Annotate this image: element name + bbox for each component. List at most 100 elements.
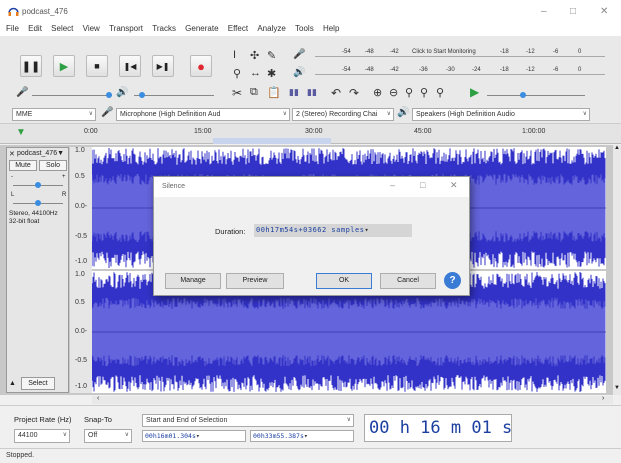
duration-time-field[interactable]: 00h17m54s+03662 samples▾ [254, 224, 412, 237]
playback-device-select[interactable]: Speakers (High Definition Audio ∨ [412, 108, 590, 121]
mic-volume-thumb[interactable] [106, 92, 112, 98]
menu-analyze[interactable]: Analyze [257, 22, 285, 36]
manage-button[interactable]: Manage [165, 273, 221, 289]
record-meter-track[interactable] [315, 56, 605, 57]
chevron-down-icon: ∨ [282, 111, 287, 117]
redo-icon[interactable]: ↷ [349, 86, 359, 100]
tick-label: 30:00 [305, 128, 323, 135]
menu-tools[interactable]: Tools [295, 22, 314, 36]
mute-button[interactable]: Mute [9, 160, 37, 171]
fit-project-icon[interactable]: ⚲ [420, 86, 428, 99]
copy-icon[interactable]: ⧉ [250, 86, 258, 99]
preview-button[interactable]: Preview [226, 273, 284, 289]
mic-volume-slider[interactable] [32, 95, 112, 96]
scroll-right-icon[interactable]: › [602, 395, 604, 402]
gain-thumb[interactable] [35, 182, 41, 188]
dialog-close-button[interactable]: ✕ [450, 180, 458, 191]
click-to-start-monitoring[interactable]: Click to Start Monitoring [412, 49, 476, 55]
ok-button[interactable]: OK [316, 273, 372, 289]
timeline-options-icon[interactable]: ▼ [16, 127, 26, 138]
maximize-button[interactable]: □ [570, 6, 576, 17]
timeline-ruler[interactable]: ▼ 0:00 15:00 30:00 45:00 1:00:00 [0, 124, 621, 144]
select-track-button[interactable]: Select [21, 377, 55, 390]
menu-generate[interactable]: Generate [185, 22, 218, 36]
play-scale-12: -12 [526, 67, 535, 73]
play-at-speed-icon[interactable]: ▶ [470, 85, 479, 99]
scroll-up-icon[interactable]: ▲ [614, 145, 620, 151]
fit-selection-icon[interactable]: ⚲ [405, 86, 413, 99]
close-track-icon[interactable]: ✕ [9, 150, 15, 158]
pan-thumb[interactable] [35, 200, 41, 206]
zoom-tool-icon[interactable]: ⚲ [233, 67, 241, 80]
dialog-minimize-button[interactable]: – [390, 180, 395, 190]
menu-edit[interactable]: Edit [28, 22, 42, 36]
play-meter-track[interactable] [315, 74, 605, 75]
menu-bar: File Edit Select View Transport Tracks G… [0, 22, 621, 36]
menu-view[interactable]: View [83, 22, 100, 36]
menu-help[interactable]: Help [323, 22, 339, 36]
stop-button[interactable]: ■ [86, 55, 108, 77]
chevron-down-icon: ∨ [386, 111, 391, 117]
close-button[interactable]: ✕ [600, 6, 608, 17]
minimize-button[interactable]: – [541, 6, 547, 17]
selection-tool-icon[interactable]: I [233, 49, 236, 61]
collapse-track-icon[interactable]: ▲ [9, 380, 16, 387]
solo-button[interactable]: Solo [39, 160, 67, 171]
skip-end-icon: ▶❚ [156, 61, 170, 71]
audio-host-select[interactable]: MME ∨ [12, 108, 96, 121]
playback-volume-slider[interactable] [134, 95, 214, 96]
menu-transport[interactable]: Transport [109, 22, 143, 36]
menu-tracks[interactable]: Tracks [152, 22, 176, 36]
play-scale-24: -24 [472, 67, 481, 73]
multi-tool-icon[interactable]: ✱ [267, 67, 276, 80]
menu-effect[interactable]: Effect [228, 22, 248, 36]
play-button[interactable]: ▶ [53, 55, 75, 77]
zoom-in-icon[interactable]: ⊕ [373, 86, 382, 99]
undo-icon[interactable]: ↶ [331, 86, 341, 100]
menu-select[interactable]: Select [51, 22, 73, 36]
envelope-tool-icon[interactable]: ✣ [250, 49, 259, 62]
timeshift-tool-icon[interactable]: ↔ [250, 67, 261, 79]
help-button[interactable]: ? [444, 272, 461, 289]
zoom-toggle-icon[interactable]: ⚲ [436, 86, 444, 99]
scroll-down-icon[interactable]: ▼ [614, 385, 620, 391]
recording-channels-select[interactable]: 2 (Stereo) Recording Chai ∨ [292, 108, 394, 121]
status-bar: Stopped. [0, 448, 621, 463]
skip-start-button[interactable]: ❚◀ [119, 55, 141, 77]
selection-mode-select[interactable]: Start and End of Selection ∨ [142, 414, 354, 427]
snap-to-select[interactable]: Off ∨ [84, 429, 132, 443]
cancel-button[interactable]: Cancel [380, 273, 436, 289]
trim-icon[interactable]: ▮▮ [289, 87, 299, 98]
paste-icon[interactable]: 📋 [267, 86, 281, 99]
project-rate-select[interactable]: 44100 ∨ [14, 429, 70, 443]
menu-file[interactable]: File [6, 22, 19, 36]
speaker-icon[interactable]: 🔊 [293, 67, 305, 78]
recording-device-select[interactable]: Microphone (High Definition Aud ∨ [116, 108, 290, 121]
vertical-scrollbar[interactable]: ▲ ▼ [613, 145, 621, 395]
play-scale-54: -54 [342, 67, 351, 73]
selection-end-field[interactable]: 00h33m55.387s▾ [250, 430, 354, 442]
selection-range-marker [213, 138, 331, 144]
format-dropdown-icon[interactable]: ▾ [304, 432, 308, 440]
record-button[interactable]: ● [190, 55, 212, 77]
play-speed-thumb[interactable] [520, 92, 526, 98]
cut-icon[interactable]: ✂ [232, 86, 242, 100]
zoom-out-icon[interactable]: ⊖ [389, 86, 398, 99]
horizontal-scrollbar[interactable]: ‹ › [92, 395, 613, 404]
playback-volume-thumb[interactable] [139, 92, 145, 98]
audio-position-field[interactable]: 00 h 16 m 01 s▾ [364, 414, 512, 442]
pause-button[interactable]: ❚❚ [20, 55, 42, 77]
track-name-menu[interactable]: podcast_476▼ [17, 150, 64, 157]
selection-start-field[interactable]: 00h16m01.304s▾ [142, 430, 246, 442]
format-dropdown-icon[interactable]: ▾ [196, 432, 200, 440]
tick-label: 45:00 [414, 128, 432, 135]
scroll-left-icon[interactable]: ‹ [97, 395, 99, 402]
stop-icon: ■ [94, 61, 100, 71]
silence-icon[interactable]: ▮▮ [307, 87, 317, 98]
dialog-maximize-button[interactable]: □ [420, 180, 425, 190]
skip-end-button[interactable]: ▶❚ [152, 55, 174, 77]
format-dropdown-icon[interactable]: ▾ [364, 226, 369, 234]
play-speed-slider[interactable] [487, 95, 585, 96]
draw-tool-icon[interactable]: ✎ [267, 49, 276, 62]
microphone-icon[interactable]: 🎤 [293, 49, 305, 60]
